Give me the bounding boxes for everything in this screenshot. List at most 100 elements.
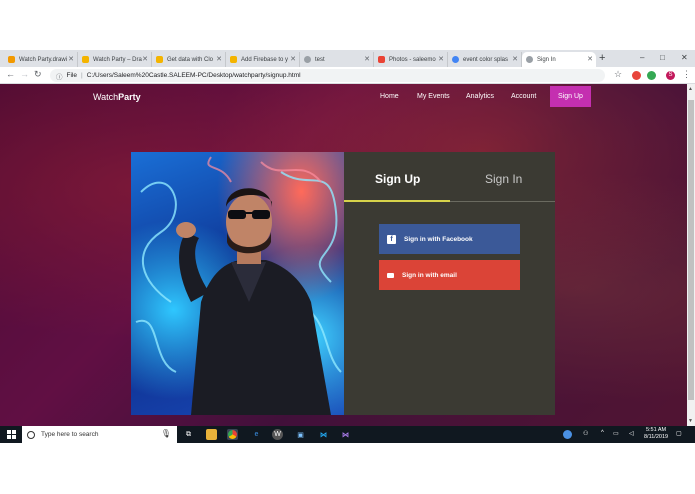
close-icon[interactable]: ✕ bbox=[142, 55, 148, 63]
form-tabs: Sign Up Sign In bbox=[344, 152, 555, 204]
visual-studio-icon[interactable]: ⋈ bbox=[340, 429, 351, 440]
close-icon[interactable]: ✕ bbox=[68, 55, 74, 63]
browser-tab[interactable]: event color splas ✕ bbox=[448, 52, 522, 67]
close-icon[interactable]: ✕ bbox=[290, 55, 296, 63]
address-url: C:/Users/Saleem%20Castle.SALEEM-PC/Deskt… bbox=[86, 72, 301, 79]
nav-signup-button[interactable]: Sign Up bbox=[550, 86, 591, 107]
browser-tab[interactable]: Add Firebase to y ✕ bbox=[226, 52, 300, 67]
globe-icon bbox=[526, 56, 533, 63]
address-bar[interactable]: ⓘ File | C:/Users/Saleem%20Castle.SALEEM… bbox=[50, 69, 605, 82]
nav-my-events[interactable]: My Events bbox=[417, 93, 450, 100]
facebook-signin-button[interactable]: f Sign in with Facebook bbox=[379, 224, 520, 254]
tab-title: test bbox=[315, 56, 325, 63]
chevron-up-icon[interactable]: ^ bbox=[601, 430, 604, 436]
close-window-button[interactable]: ✕ bbox=[681, 53, 688, 62]
mail-icon bbox=[387, 272, 394, 278]
profile-avatar[interactable]: S bbox=[666, 71, 675, 80]
person-illustration bbox=[135, 156, 342, 415]
people-icon[interactable]: ⚇ bbox=[583, 430, 588, 437]
volume-icon[interactable]: ◁ bbox=[629, 430, 634, 437]
hero-photo bbox=[131, 152, 344, 415]
edge-icon[interactable]: e bbox=[251, 429, 262, 440]
brand-logo[interactable]: WatchParty bbox=[93, 92, 141, 102]
firebase-icon bbox=[230, 56, 237, 63]
drawio-icon bbox=[8, 56, 15, 63]
nav-account[interactable]: Account bbox=[511, 93, 536, 100]
close-icon[interactable]: ✕ bbox=[364, 55, 370, 63]
page-scrollbar[interactable]: ▲ ▼ bbox=[687, 84, 695, 426]
extension-icon[interactable] bbox=[647, 71, 656, 80]
site-navbar: WatchParty Home My Events Analytics Acco… bbox=[0, 84, 687, 110]
help-icon[interactable] bbox=[563, 430, 572, 439]
scrollbar-thumb[interactable] bbox=[688, 100, 694, 400]
brand-bold: Party bbox=[118, 92, 141, 102]
microphone-icon[interactable]: 🎙 bbox=[161, 429, 171, 438]
tab-title: Get data with Clo bbox=[167, 56, 214, 63]
scroll-down-icon[interactable]: ▼ bbox=[688, 418, 693, 424]
brand-light: Watch bbox=[93, 92, 119, 102]
extension-icon[interactable] bbox=[632, 71, 641, 80]
tab-sign-in[interactable]: Sign In bbox=[485, 172, 522, 186]
close-icon[interactable]: ✕ bbox=[512, 55, 518, 63]
page-viewport: WatchParty Home My Events Analytics Acco… bbox=[0, 84, 687, 426]
task-view-icon[interactable]: ⧉ bbox=[183, 429, 194, 440]
browser-tab[interactable]: Photos - saleemo ✕ bbox=[374, 52, 448, 67]
windows-taskbar: Type here to search 🎙 ⧉ e W ▣ ⋈ ⋈ ⚇ ^ ▭ … bbox=[0, 426, 695, 443]
nav-home[interactable]: Home bbox=[380, 93, 399, 100]
windows-start-icon[interactable] bbox=[7, 430, 16, 439]
browser-tab[interactable]: Watch Party.drawi ✕ bbox=[4, 52, 78, 67]
cortana-icon bbox=[27, 430, 35, 439]
browser-tab-active[interactable]: Sign In ✕ bbox=[522, 52, 596, 67]
address-scheme-label: File bbox=[66, 72, 77, 79]
browser-tab[interactable]: Watch Party – Dra ✕ bbox=[78, 52, 152, 67]
browser-tab[interactable]: test ✕ bbox=[300, 52, 374, 67]
taskbar-clock[interactable]: 5:51 AM 8/11/2019 bbox=[644, 427, 668, 441]
tab-title: Sign In bbox=[537, 56, 556, 63]
tab-title: Watch Party.drawi bbox=[19, 56, 68, 63]
browser-tab-strip: Watch Party.drawi ✕ Watch Party – Dra ✕ … bbox=[0, 50, 695, 67]
bookmark-star-icon[interactable]: ☆ bbox=[614, 69, 622, 80]
info-icon[interactable]: ⓘ bbox=[56, 71, 63, 81]
tab-title: event color splas bbox=[463, 56, 509, 63]
clock-time: 5:51 AM bbox=[645, 427, 667, 433]
maximize-button[interactable]: □ bbox=[660, 53, 665, 62]
facebook-icon: f bbox=[387, 234, 396, 244]
close-icon[interactable]: ✕ bbox=[587, 55, 593, 63]
signup-form-panel: Sign Up Sign In f Sign in with Facebook … bbox=[344, 152, 555, 415]
tab-title: Photos - saleemo bbox=[389, 56, 436, 63]
address-separator: | bbox=[80, 72, 83, 79]
notification-icon[interactable]: ▢ bbox=[676, 430, 682, 437]
minimize-button[interactable]: – bbox=[640, 53, 644, 62]
reload-icon[interactable]: ↻ bbox=[34, 69, 42, 80]
close-icon[interactable]: ✕ bbox=[438, 55, 444, 63]
forward-icon[interactable]: → bbox=[20, 69, 29, 79]
app-icon[interactable]: W bbox=[272, 429, 283, 440]
scroll-up-icon[interactable]: ▲ bbox=[688, 86, 693, 92]
back-icon[interactable]: ← bbox=[6, 69, 15, 79]
vscode-icon[interactable]: ⋈ bbox=[318, 429, 329, 440]
menu-icon[interactable]: ⋮ bbox=[682, 69, 691, 80]
network-icon[interactable]: ▭ bbox=[613, 430, 619, 437]
tab-sign-up[interactable]: Sign Up bbox=[375, 172, 420, 186]
active-tab-indicator bbox=[344, 200, 450, 202]
browser-tab[interactable]: Get data with Clo ✕ bbox=[152, 52, 226, 67]
signup-card: Sign Up Sign In f Sign in with Facebook … bbox=[131, 152, 555, 415]
taskbar-search[interactable]: Type here to search 🎙 bbox=[22, 426, 177, 443]
clock-date: 8/11/2019 bbox=[644, 434, 669, 440]
firebase-icon bbox=[156, 56, 163, 63]
tab-title: Watch Party – Dra bbox=[93, 56, 142, 63]
globe-icon bbox=[304, 56, 311, 63]
nav-analytics[interactable]: Analytics bbox=[466, 93, 494, 100]
file-explorer-icon[interactable] bbox=[206, 429, 217, 440]
screen: Watch Party.drawi ✕ Watch Party – Dra ✕ … bbox=[0, 0, 695, 494]
email-signin-button[interactable]: Sign in with email bbox=[379, 260, 520, 290]
email-signin-label: Sign in with email bbox=[402, 271, 457, 279]
gmail-icon bbox=[378, 56, 385, 63]
facebook-signin-label: Sign in with Facebook bbox=[404, 235, 473, 243]
close-icon[interactable]: ✕ bbox=[216, 55, 222, 63]
new-tab-button[interactable]: + bbox=[599, 52, 605, 65]
browser-toolbar: ← → ↻ ⓘ File | C:/Users/Saleem%20Castle.… bbox=[0, 67, 695, 84]
notes-icon[interactable]: ▣ bbox=[295, 429, 306, 440]
chrome-icon[interactable] bbox=[227, 429, 238, 440]
google-icon bbox=[452, 56, 459, 63]
